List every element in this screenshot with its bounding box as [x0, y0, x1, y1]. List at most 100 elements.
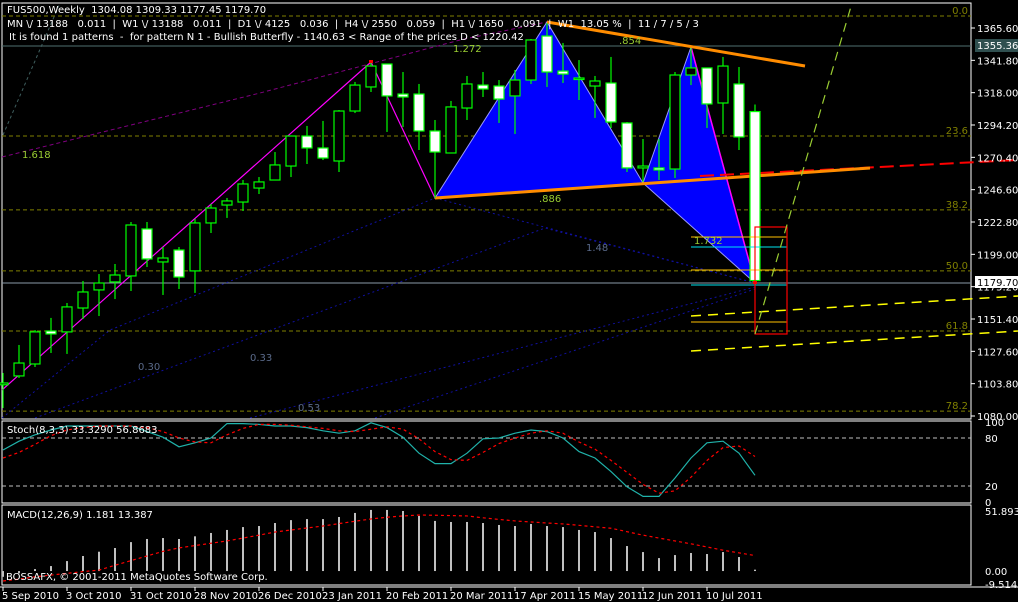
bullish-candle-body	[637, 165, 649, 169]
ratio-label-1732: 1.732	[694, 236, 723, 247]
pattern-found-message: It is found 1 patterns - for pattern N 1…	[9, 32, 524, 43]
bearish-candle-body	[301, 135, 313, 149]
fib-level-label: 23.6	[946, 126, 968, 137]
fib-level-label: 78.2	[946, 401, 968, 412]
macd-histogram-bar	[114, 548, 116, 572]
time-tick-label: 20 Feb 2011	[386, 591, 448, 602]
bullish-candle-body	[509, 79, 521, 97]
macd-histogram-bar	[2, 571, 4, 577]
candle[interactable]	[349, 81, 361, 114]
trading-chart[interactable]: 0.023.638.250.061.878.2 1.618 1.272 .854…	[0, 0, 1018, 602]
main-price-panel[interactable]	[1, 2, 972, 420]
bullish-candle-body	[445, 106, 457, 154]
macd-histogram-bar	[322, 519, 324, 572]
time-tick-label: 10 Jul 2011	[706, 591, 763, 602]
macd-histogram-bar	[82, 555, 84, 572]
macd-histogram-bar	[242, 527, 244, 572]
candle[interactable]	[365, 61, 377, 92]
candle[interactable]	[733, 66, 745, 150]
bearish-candle-body	[701, 67, 713, 105]
blue-ratio-line-3[interactable]	[249, 286, 756, 419]
time-tick-label: 26 Dec 2010	[258, 591, 322, 602]
candle[interactable]	[333, 110, 345, 173]
macd-histogram-bar	[210, 532, 212, 572]
time-tick-label: 12 Jun 2011	[642, 591, 702, 602]
bearish-candle-body	[413, 93, 425, 132]
candle[interactable]	[13, 344, 25, 378]
candle[interactable]	[317, 120, 329, 161]
macd-histogram-bar	[626, 546, 628, 572]
bearish-candle-body	[733, 83, 745, 138]
fib-level-label: 61.8	[946, 321, 968, 332]
candle[interactable]	[445, 100, 457, 154]
bullish-candle-body	[285, 135, 297, 167]
time-axis[interactable]: 5 Sep 2010 3 Oct 2010 31 Oct 2010 28 Nov 20…	[2, 587, 763, 602]
candle[interactable]	[461, 75, 473, 120]
candle[interactable]	[429, 119, 441, 198]
bearish-candle-body	[541, 35, 553, 73]
macd-histogram-bar	[34, 569, 36, 572]
bullish-candle-body	[29, 331, 41, 365]
candle[interactable]	[717, 56, 729, 134]
bearish-candle-body	[397, 93, 409, 98]
pattern-overlays	[1, 2, 1018, 419]
macd-histogram-bar	[482, 523, 484, 572]
candle[interactable]	[221, 197, 233, 218]
ratio-label-854: .854	[619, 36, 641, 47]
candle[interactable]	[477, 72, 489, 98]
candle[interactable]	[301, 125, 313, 164]
bullish-candle-body	[717, 65, 729, 104]
candle[interactable]	[237, 180, 249, 211]
bullish-candle-body	[237, 183, 249, 203]
candle[interactable]	[269, 152, 281, 181]
candle[interactable]	[669, 72, 681, 178]
ratio-label-1272: 1.272	[453, 44, 482, 55]
macd-histogram-bar	[498, 524, 500, 572]
candle[interactable]	[61, 302, 73, 354]
candle[interactable]	[397, 72, 409, 128]
candle[interactable]	[605, 56, 617, 128]
yellow-channel-upper[interactable]	[690, 295, 1018, 317]
butterfly-bcd-triangle[interactable]	[642, 45, 756, 285]
stochastic-title: Stoch(8,3,3) 33.3290 56.8683	[7, 425, 158, 436]
copyright-text: BOSSAFX, © 2001-2011 MetaQuotes Software…	[6, 572, 268, 583]
candle[interactable]	[525, 39, 537, 84]
macd-histogram-bar	[658, 558, 660, 572]
stoch-tick-label: 80	[985, 434, 998, 445]
bullish-candle-body	[365, 65, 377, 88]
candle[interactable]	[253, 177, 265, 195]
blue-ratio-line-4[interactable]	[374, 288, 756, 419]
candle[interactable]	[45, 317, 57, 353]
candle[interactable]	[0, 372, 9, 408]
green-projection-line[interactable]	[754, 2, 853, 335]
time-tick-label: 23 Jan 2011	[322, 591, 382, 602]
yellow-channel-lower[interactable]	[690, 330, 1018, 352]
price-tick-label: 1246.60	[977, 186, 1018, 197]
bullish-candle-body	[221, 200, 233, 206]
candle[interactable]	[77, 280, 89, 320]
macd-histogram-bar	[754, 569, 756, 572]
fib-level-label: 0.0	[952, 6, 968, 17]
bearish-candle-body	[493, 85, 505, 100]
candle[interactable]	[109, 263, 121, 300]
candle[interactable]	[29, 330, 41, 367]
candle[interactable]	[621, 122, 633, 173]
price-tick-label: 1341.80	[977, 56, 1018, 67]
macd-histogram-bar	[594, 532, 596, 572]
blue-ratio-line-1[interactable]	[1, 197, 756, 419]
candle[interactable]	[205, 203, 217, 234]
bullish-candle-body	[269, 164, 281, 181]
macd-histogram-bar	[162, 538, 164, 572]
candle[interactable]	[141, 222, 153, 267]
candle[interactable]	[381, 63, 393, 132]
bearish-candle-body	[45, 330, 57, 335]
candle[interactable]	[413, 83, 425, 150]
candle[interactable]	[125, 222, 137, 292]
bullish-candle-body	[109, 274, 121, 283]
candle[interactable]	[93, 274, 105, 317]
bullish-candle-body	[77, 291, 89, 309]
candle[interactable]	[285, 135, 297, 178]
price-tick-label: 1318.00	[977, 89, 1018, 100]
candle[interactable]	[189, 219, 201, 293]
price-axis[interactable]: 1365.60 1341.80 1318.00 1294.20 1270.40 1246.…	[971, 24, 1018, 423]
